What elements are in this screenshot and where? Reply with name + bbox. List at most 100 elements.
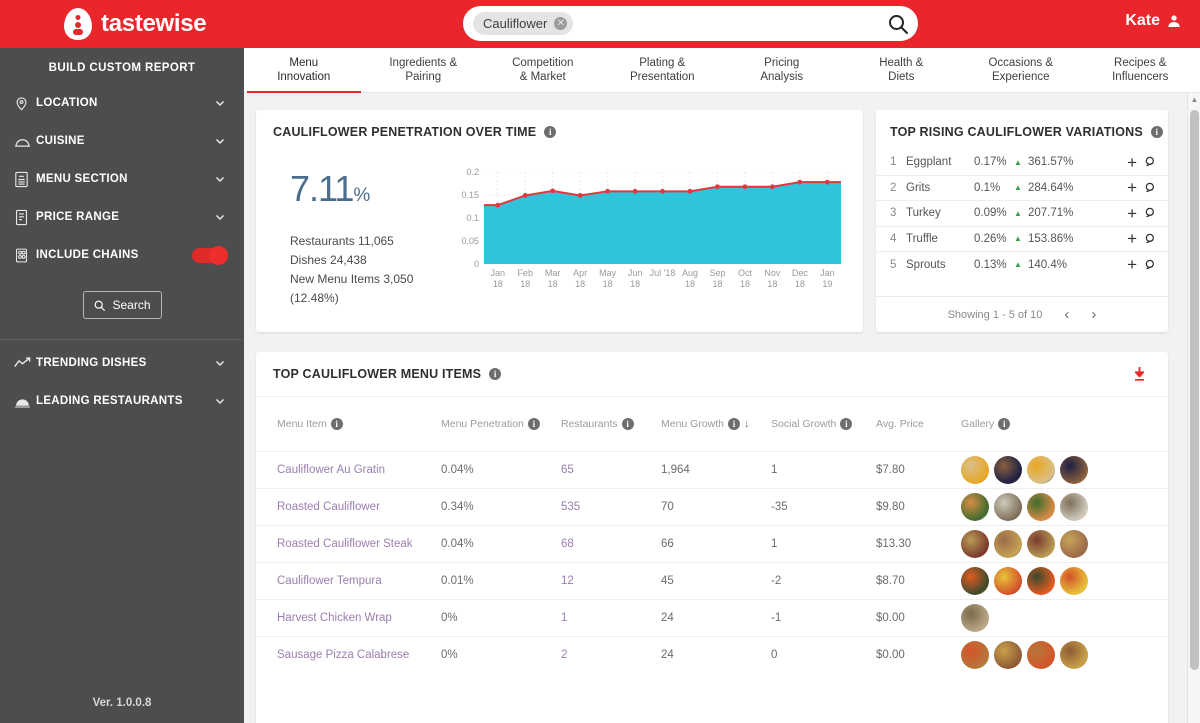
th-avg-price[interactable]: Avg. Price xyxy=(876,397,961,451)
cell-menu-item[interactable]: Cauliflower Au Gratin xyxy=(256,450,441,488)
sidebar-filter-include-chains[interactable]: INCLUDE CHAINS xyxy=(0,236,244,274)
restaurants-link[interactable]: 1 xyxy=(561,612,567,624)
plus-icon[interactable]: + xyxy=(1127,256,1137,273)
table-row[interactable]: Cauliflower Tempura 0.01% 12 45 -2 $8.70 xyxy=(256,561,1168,599)
tab-occasions[interactable]: Occasions & Experience xyxy=(961,48,1081,93)
cell-menu-item[interactable]: Roasted Cauliflower xyxy=(256,487,441,525)
gallery-thumbnail[interactable] xyxy=(961,492,989,521)
sidebar-filter-menu-section[interactable]: MENU SECTION xyxy=(0,160,244,198)
search-chip-cauliflower[interactable]: Cauliflower ✕ xyxy=(473,12,574,35)
sidebar-filter-cuisine[interactable]: CUISINE xyxy=(0,122,244,160)
variation-row[interactable]: 5 Sprouts 0.13% ▲ 140.4% + xyxy=(876,252,1168,278)
tab-competition[interactable]: Competition & Market xyxy=(483,48,603,93)
info-icon[interactable]: i xyxy=(621,417,634,430)
restaurants-link[interactable]: 2 xyxy=(561,649,567,661)
cell-restaurants[interactable]: 1 xyxy=(561,598,661,636)
table-row[interactable]: Cauliflower Au Gratin 0.04% 65 1,964 1 $7.80 xyxy=(256,450,1168,488)
gallery-thumbnail[interactable] xyxy=(1060,566,1088,595)
gallery-thumbnail[interactable] xyxy=(994,455,1022,484)
menu-item-link[interactable]: Harvest Chicken Wrap xyxy=(277,612,392,624)
info-icon[interactable]: i xyxy=(1150,126,1163,138)
table-row[interactable]: Roasted Cauliflower Steak 0.04% 68 66 1 $13.3… xyxy=(256,524,1168,562)
tab-health[interactable]: Health & Diets xyxy=(842,48,962,93)
gallery-thumbnail[interactable] xyxy=(994,492,1022,521)
search-input[interactable] xyxy=(573,6,886,41)
menu-item-link[interactable]: Roasted Cauliflower Steak xyxy=(277,538,413,550)
variation-row[interactable]: 3 Turkey 0.09% ▲ 207.71% + xyxy=(876,201,1168,227)
chevron-down-icon[interactable] xyxy=(214,357,226,369)
restaurants-link[interactable]: 65 xyxy=(561,464,574,476)
info-icon[interactable]: i xyxy=(489,368,502,380)
magnifier-icon[interactable] xyxy=(1144,206,1158,220)
cell-menu-item[interactable]: Sausage Pizza Calabrese xyxy=(256,635,441,673)
variation-row[interactable]: 1 Eggplant 0.17% ▲ 361.57% + xyxy=(876,150,1168,176)
gallery-thumbnail[interactable] xyxy=(994,640,1022,669)
gallery-thumbnail[interactable] xyxy=(961,455,989,484)
cell-menu-item[interactable]: Cauliflower Tempura xyxy=(256,561,441,599)
gallery-thumbnail[interactable] xyxy=(1060,492,1088,521)
gallery-thumbnail[interactable] xyxy=(1060,455,1088,484)
user-menu[interactable]: Kate xyxy=(1125,12,1182,30)
plus-icon[interactable]: + xyxy=(1127,230,1137,247)
sidebar-search-button[interactable]: Search xyxy=(82,291,162,319)
chevron-down-icon[interactable] xyxy=(214,173,226,185)
th-menu-item[interactable]: Menu Item i xyxy=(256,397,441,451)
scrollbar-thumb[interactable] xyxy=(1190,110,1199,670)
gallery-thumbnail[interactable] xyxy=(1027,566,1055,595)
th-gallery[interactable]: Gallery i xyxy=(961,397,1168,451)
gallery-thumbnail[interactable] xyxy=(961,566,989,595)
gallery-thumbnail[interactable] xyxy=(1027,640,1055,669)
magnifier-icon[interactable] xyxy=(1144,232,1158,246)
magnifier-icon[interactable] xyxy=(1144,155,1158,169)
menu-item-link[interactable]: Sausage Pizza Calabrese xyxy=(277,649,409,661)
info-icon[interactable]: i xyxy=(527,417,540,430)
restaurants-link[interactable]: 68 xyxy=(561,538,574,550)
info-icon[interactable]: i xyxy=(544,126,557,138)
tab-pricing[interactable]: Pricing Analysis xyxy=(722,48,842,93)
chevron-down-icon[interactable] xyxy=(214,395,226,407)
global-search-bar[interactable]: Cauliflower ✕ xyxy=(463,6,918,41)
cell-restaurants[interactable]: 68 xyxy=(561,524,661,562)
table-row[interactable]: Sausage Pizza Calabrese 0% 2 24 0 $0.00 xyxy=(256,635,1168,673)
sidebar-filter-price-range[interactable]: PRICE RANGE xyxy=(0,198,244,236)
variation-row[interactable]: 4 Truffle 0.26% ▲ 153.86% + xyxy=(876,227,1168,252)
sidebar-filter-location[interactable]: LOCATION xyxy=(0,84,244,122)
chevron-down-icon[interactable] xyxy=(214,97,226,109)
magnifier-icon[interactable] xyxy=(1144,258,1158,272)
gallery-thumbnail[interactable] xyxy=(994,529,1022,558)
chevron-left-icon[interactable]: ‹ xyxy=(1064,306,1069,323)
gallery-thumbnail[interactable] xyxy=(961,529,989,558)
sort-arrow-icon[interactable]: ↓ xyxy=(744,418,750,430)
gallery-thumbnail[interactable] xyxy=(994,566,1022,595)
download-icon[interactable] xyxy=(1132,366,1147,383)
gallery-thumbnail[interactable] xyxy=(961,640,989,669)
info-icon[interactable]: i xyxy=(330,417,343,430)
gallery-thumbnail[interactable] xyxy=(1027,529,1055,558)
plus-icon[interactable]: + xyxy=(1127,205,1137,222)
cell-menu-item[interactable]: Harvest Chicken Wrap xyxy=(256,598,441,636)
menu-item-link[interactable]: Cauliflower Tempura xyxy=(277,575,382,587)
info-icon[interactable]: i xyxy=(840,417,853,430)
variation-row[interactable]: 2 Grits 0.1% ▲ 284.64% + xyxy=(876,176,1168,201)
gallery-thumbnail[interactable] xyxy=(961,603,989,632)
include-chains-toggle[interactable] xyxy=(192,245,228,265)
cell-menu-item[interactable]: Roasted Cauliflower Steak xyxy=(256,524,441,562)
cell-restaurants[interactable]: 12 xyxy=(561,561,661,599)
vertical-scrollbar[interactable]: ▲ xyxy=(1187,93,1200,723)
menu-item-link[interactable]: Cauliflower Au Gratin xyxy=(277,464,385,476)
cell-restaurants[interactable]: 2 xyxy=(561,635,661,673)
magnifier-icon[interactable] xyxy=(1144,181,1158,195)
tab-plating[interactable]: Plating & Presentation xyxy=(603,48,723,93)
sidebar-section-leading-restaurants[interactable]: LEADING RESTAURANTS xyxy=(0,382,244,420)
gallery-thumbnail[interactable] xyxy=(1027,492,1055,521)
chevron-right-icon[interactable]: › xyxy=(1091,306,1096,323)
clear-chip-icon[interactable]: ✕ xyxy=(554,17,568,30)
chevron-down-icon[interactable] xyxy=(214,135,226,147)
table-row[interactable]: Harvest Chicken Wrap 0% 1 24 -1 $0.00 xyxy=(256,598,1168,636)
plus-icon[interactable]: + xyxy=(1127,154,1137,171)
cell-restaurants[interactable]: 535 xyxy=(561,487,661,525)
gallery-thumbnail[interactable] xyxy=(1060,640,1088,669)
th-restaurants[interactable]: Restaurants i xyxy=(561,397,661,451)
tab-menu[interactable]: Menu Innovation xyxy=(244,48,364,93)
cell-restaurants[interactable]: 65 xyxy=(561,450,661,488)
